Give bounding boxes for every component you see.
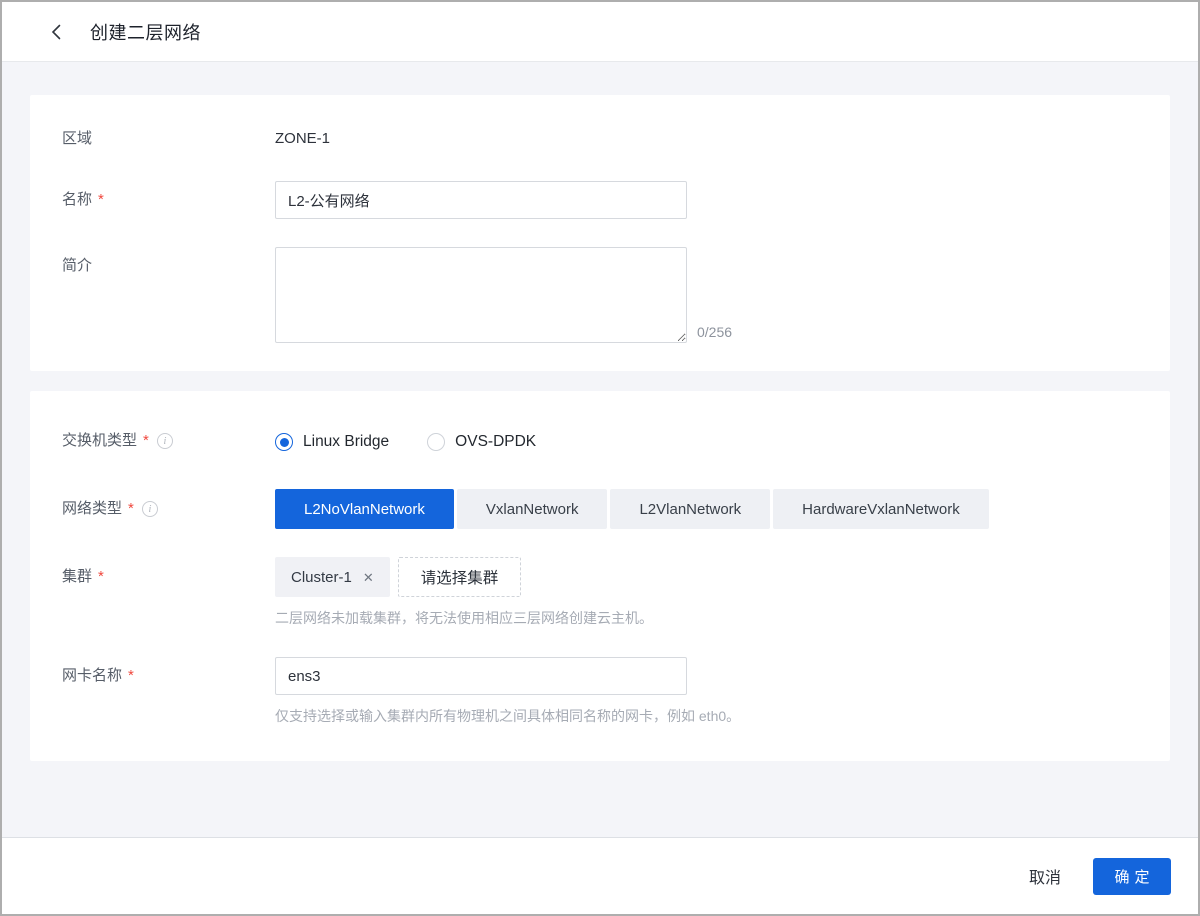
cluster-control: Cluster-1 ✕ 请选择集群 二层网络未加载集群，将无法使用相应三层网络创… — [275, 557, 653, 627]
dialog-footer: 取消 确定 — [2, 837, 1198, 914]
basic-info-card: 区域 ZONE-1 名称 * 简介 0/256 — [30, 95, 1170, 371]
cluster-label: 集群 * — [62, 568, 104, 585]
switch-type-label: 交换机类型 * i — [62, 431, 275, 451]
network-type-row: 网络类型 * i L2NoVlanNetwork VxlanNetwork L2… — [62, 489, 1138, 529]
confirm-button[interactable]: 确定 — [1093, 857, 1171, 895]
network-type-label: 网络类型 * i — [62, 489, 275, 519]
nic-name-control: 仅支持选择或输入集群内所有物理机之间具体相同名称的网卡，例如 eth0。 — [275, 657, 740, 725]
cluster-tag: Cluster-1 ✕ — [275, 557, 390, 597]
description-textarea[interactable] — [275, 247, 687, 343]
radio-ovs-dpdk[interactable]: OVS-DPDK — [427, 433, 536, 451]
description-row: 简介 0/256 — [62, 247, 1138, 343]
radio-circle-icon — [427, 433, 446, 451]
page-title: 创建二层网络 — [90, 22, 201, 43]
zone-label: 区域 — [62, 130, 93, 147]
dialog-header: 创建二层网络 — [2, 2, 1198, 62]
radio-linux-bridge[interactable]: Linux Bridge — [275, 433, 389, 451]
description-label: 简介 — [62, 257, 93, 274]
segment-vxlannetwork[interactable]: VxlanNetwork — [456, 489, 608, 529]
network-settings-card: 交换机类型 * i Linux Bridge OVS-DPDK 网络类型 * i… — [30, 391, 1170, 761]
select-cluster-button[interactable]: 请选择集群 — [397, 557, 522, 597]
network-type-options: L2NoVlanNetwork VxlanNetwork L2VlanNetwo… — [275, 489, 989, 529]
cancel-button[interactable]: 取消 — [1029, 864, 1061, 888]
nic-name-input[interactable] — [275, 657, 687, 695]
name-row: 名称 * — [62, 181, 1138, 219]
required-mark: * — [143, 432, 149, 449]
cluster-row: 集群 * Cluster-1 ✕ 请选择集群 二层网络未加载集群，将无法使用相应… — [62, 557, 1138, 627]
required-mark: * — [98, 568, 104, 585]
segment-l2vlannetwork[interactable]: L2VlanNetwork — [610, 489, 771, 529]
info-icon[interactable]: i — [141, 501, 158, 517]
cluster-selection: Cluster-1 ✕ 请选择集群 — [275, 557, 653, 597]
dialog-body: 区域 ZONE-1 名称 * 简介 0/256 — [2, 62, 1198, 837]
info-icon[interactable]: i — [156, 433, 173, 449]
back-icon — [51, 24, 61, 40]
create-l2-network-dialog: 创建二层网络 区域 ZONE-1 名称 * 简介 — [0, 0, 1200, 916]
segment-hardwarevxlannetwork[interactable]: HardwareVxlanNetwork — [773, 489, 989, 529]
radio-circle-icon — [275, 433, 293, 451]
name-input[interactable] — [275, 181, 687, 219]
back-button[interactable] — [44, 20, 68, 44]
description-control: 0/256 — [275, 247, 732, 343]
switch-type-row: 交换机类型 * i Linux Bridge OVS-DPDK — [62, 431, 1138, 453]
char-counter: 0/256 — [697, 324, 733, 340]
required-mark: * — [128, 667, 134, 684]
close-icon[interactable]: ✕ — [363, 571, 374, 584]
nic-help-text: 仅支持选择或输入集群内所有物理机之间具体相同名称的网卡，例如 eth0。 — [275, 708, 741, 724]
zone-value: ZONE-1 — [275, 130, 331, 147]
segment-l2novlannetwork[interactable]: L2NoVlanNetwork — [275, 489, 454, 529]
required-mark: * — [98, 191, 104, 208]
zone-row: 区域 ZONE-1 — [62, 129, 1138, 149]
nic-name-label: 网卡名称 * — [62, 667, 134, 684]
name-label: 名称 * — [62, 191, 104, 208]
nic-name-row: 网卡名称 * 仅支持选择或输入集群内所有物理机之间具体相同名称的网卡，例如 et… — [62, 657, 1138, 725]
switch-type-options: Linux Bridge OVS-DPDK — [275, 431, 574, 453]
cluster-help-text: 二层网络未加载集群，将无法使用相应三层网络创建云主机。 — [275, 610, 653, 626]
required-mark: * — [128, 500, 134, 517]
